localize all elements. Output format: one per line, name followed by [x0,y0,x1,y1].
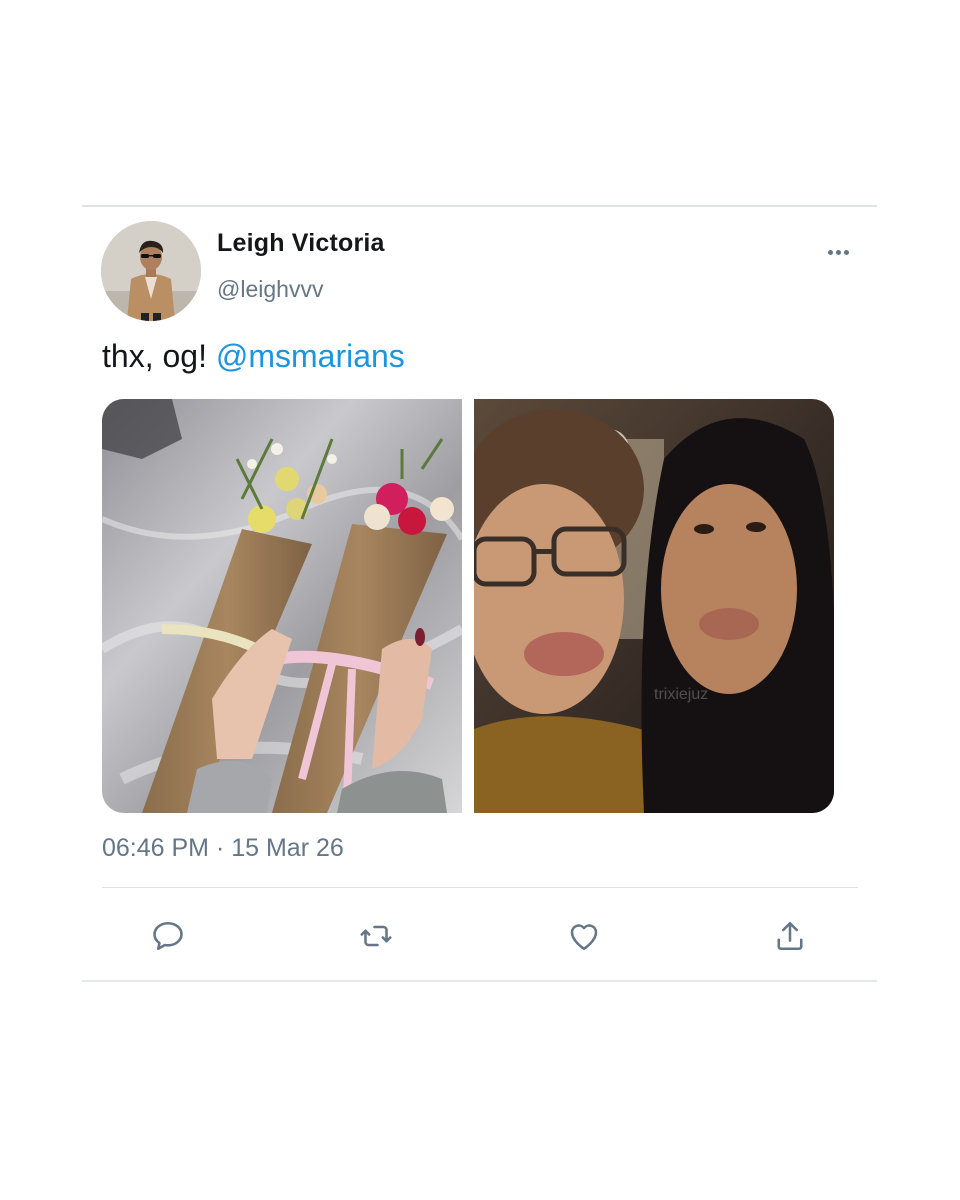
tweet-text-body: thx, og! [102,338,216,374]
top-divider [82,205,877,207]
heart-icon [570,924,598,951]
tweet-timestamp[interactable]: 06:46 PM · 15 Mar 26 [102,834,344,863]
actions-divider [102,887,858,888]
share-upload-icon [777,921,803,951]
bottom-divider [82,980,877,982]
media-image-selfie[interactable]: trixiejuz [474,399,834,813]
avatar[interactable] [101,221,201,321]
media-image-bouquets[interactable] [102,399,462,813]
more-horizontal-icon [827,249,833,255]
more-options-button[interactable] [818,240,858,264]
mention-link[interactable]: @msmarians [216,338,405,374]
reply-bubble-icon [153,921,183,951]
author-handle[interactable]: @leighvvv [217,276,323,303]
tweet-text: thx, og! @msmarians [102,338,405,375]
more-dot [843,249,849,255]
like-button[interactable] [562,914,606,958]
retweet-button[interactable] [354,914,398,958]
reply-button[interactable] [146,914,190,958]
retweet-arrows-icon [360,925,392,947]
more-dot [835,249,841,255]
svg-text:trixiejuz: trixiejuz [654,686,708,703]
share-button[interactable] [768,914,812,958]
author-display-name[interactable]: Leigh Victoria [217,229,385,258]
